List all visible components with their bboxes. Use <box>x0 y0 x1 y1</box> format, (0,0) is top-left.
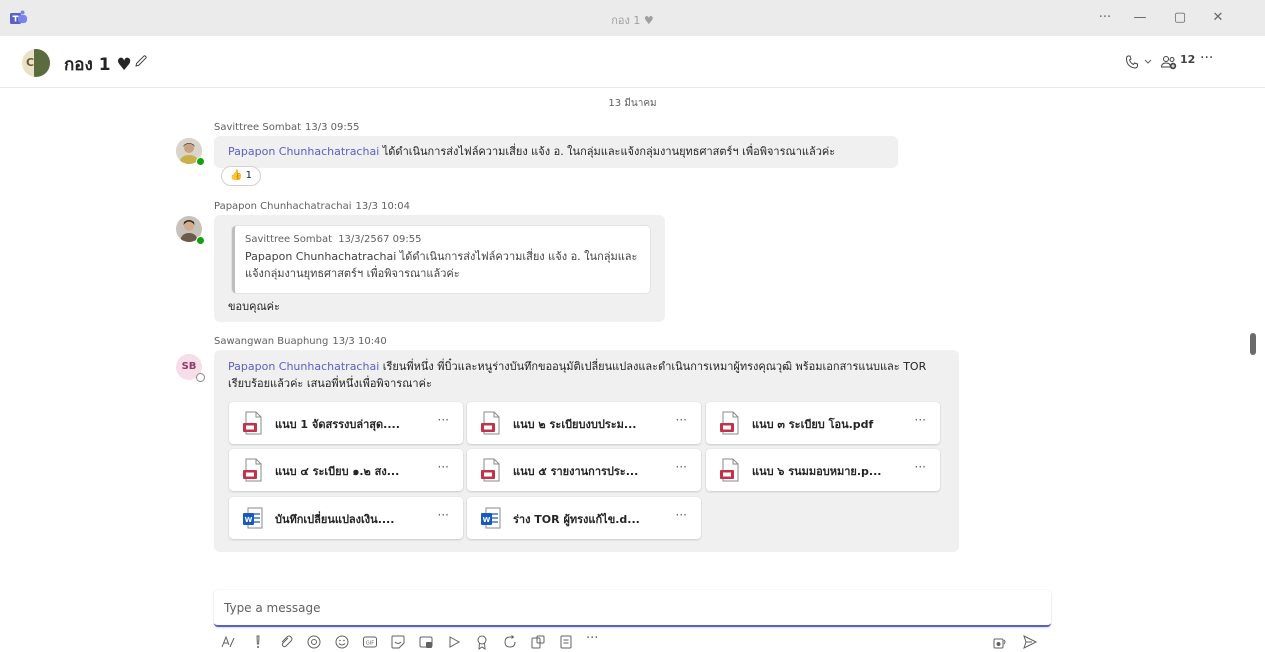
timestamp: 13/3 09:55 <box>305 122 360 133</box>
message-text: Papapon Chunhachatrachai เรียนพี่หนึ่ง พ… <box>228 360 927 390</box>
praise-icon[interactable] <box>474 634 490 650</box>
status-offline-icon <box>196 373 205 382</box>
file-attachment[interactable]: แนบ ๒ ระเบียบงบประม... ··· <box>467 402 701 444</box>
svg-text:W: W <box>483 516 491 524</box>
loop-icon[interactable] <box>306 634 322 650</box>
stream-icon[interactable] <box>446 634 462 650</box>
priority-icon[interactable] <box>250 634 266 650</box>
message-meta: Savittree Sombat 13/3 09:55 <box>214 122 359 133</box>
restore-button[interactable]: ▢ <box>1165 8 1195 28</box>
minimize-button[interactable]: — <box>1125 8 1155 28</box>
timestamp: 13/3 10:40 <box>332 336 387 347</box>
file-name: แนบ ๖ รนมมอบหมาย.p... <box>752 465 882 478</box>
file-attachment[interactable]: แนบ ๖ รนมมอบหมาย.p... ··· <box>706 449 940 491</box>
people-icon[interactable] <box>1160 52 1178 72</box>
sender-name: Savittree Sombat <box>214 122 301 133</box>
emoji-icon[interactable] <box>334 634 350 650</box>
pdf-file-icon <box>243 411 262 435</box>
message-meta: Sawangwan Buaphung 13/3 10:40 <box>214 336 387 347</box>
file-name: ร่าง TOR ผู้ทรงแก้ไข.d... <box>513 513 640 526</box>
file-attachment[interactable]: แนบ 1 จัดสรรงบล่าสุด.... ··· <box>229 402 463 444</box>
window-title: กอง 1 ♥ <box>611 14 654 27</box>
send-icon[interactable] <box>1022 634 1038 650</box>
pdf-file-icon <box>243 458 262 482</box>
file-attachment[interactable]: แนบ ๓ ระเบียบ โอน.pdf ··· <box>706 402 940 444</box>
meet-now-icon[interactable] <box>418 634 434 650</box>
status-available-icon <box>196 236 205 245</box>
file-more-button[interactable]: ··· <box>438 413 449 427</box>
chat-title: กอง 1 ♥ <box>64 55 132 75</box>
word-file-icon: W <box>243 507 263 529</box>
reaction-badge[interactable]: 👍 1 <box>221 166 261 186</box>
pencil-icon[interactable] <box>133 53 149 69</box>
quote-meta: Savittree Sombat 13/3/2567 09:55 <box>245 234 421 245</box>
quote-text: Papapon Chunhachatrachai ได้ดำเนินการส่ง… <box>245 250 638 280</box>
thumbs-up-icon: 👍 <box>230 170 243 181</box>
message-input[interactable] <box>224 598 1024 618</box>
file-more-button[interactable]: ··· <box>676 413 687 427</box>
file-attachment[interactable]: W ร่าง TOR ผู้ทรงแก้ไข.d... ··· <box>467 497 701 539</box>
pdf-file-icon <box>481 411 500 435</box>
pdf-file-icon <box>720 411 739 435</box>
group-avatar[interactable]: C <box>22 49 50 77</box>
gif-icon[interactable]: GIF <box>362 634 378 650</box>
date-separator: 13 มีนาคม <box>608 98 657 109</box>
dictate-icon[interactable] <box>992 634 1008 650</box>
file-name: บันทึกเปลี่ยนแปลงเงิน.... <box>275 513 395 526</box>
sender-name: Sawangwan Buaphung <box>214 336 329 347</box>
scrollbar-thumb[interactable] <box>1250 333 1256 355</box>
file-attachment[interactable]: แนบ ๕ รายงานการประ... ··· <box>467 449 701 491</box>
file-more-button[interactable]: ··· <box>915 413 926 427</box>
call-icon[interactable] <box>1124 52 1140 72</box>
pdf-file-icon <box>720 458 739 482</box>
svg-text:GIF: GIF <box>366 641 374 647</box>
file-name: แนบ ๕ รายงานการประ... <box>513 465 639 478</box>
format-icon[interactable] <box>220 634 236 650</box>
file-more-button[interactable]: ··· <box>676 460 687 474</box>
forms-icon[interactable] <box>558 634 574 650</box>
file-name: แนบ ๔ ระเบียบ ๑.๒ สง... <box>275 465 400 478</box>
participants-count[interactable]: 12 <box>1180 53 1195 73</box>
file-more-button[interactable]: ··· <box>915 460 926 474</box>
message-text: Papapon Chunhachatrachai ได้ดำเนินการส่ง… <box>228 145 836 158</box>
file-name: แนบ ๓ ระเบียบ โอน.pdf <box>752 418 874 431</box>
close-button[interactable]: ✕ <box>1203 8 1233 28</box>
refresh-icon[interactable] <box>502 634 518 650</box>
avatar-initials: SB <box>181 361 197 372</box>
title-bar: กอง 1 ♥ ··· — ▢ ✕ <box>0 0 1265 36</box>
file-name: แนบ 1 จัดสรรงบล่าสุด.... <box>275 418 400 431</box>
message-bubble: Papapon Chunhachatrachai ได้ดำเนินการส่ง… <box>214 136 898 168</box>
compose-box[interactable] <box>214 590 1051 627</box>
file-more-button[interactable]: ··· <box>438 508 449 522</box>
pdf-file-icon <box>481 458 500 482</box>
status-available-icon <box>196 157 205 166</box>
timestamp: 13/3 10:04 <box>355 201 410 212</box>
mention[interactable]: Papapon Chunhachatrachai <box>228 145 379 158</box>
file-more-button[interactable]: ··· <box>438 460 449 474</box>
file-name: แนบ ๒ ระเบียบงบประม... <box>513 418 637 431</box>
apps-icon[interactable] <box>530 634 546 650</box>
window-more-button[interactable]: ··· <box>1090 8 1120 28</box>
mention[interactable]: Papapon Chunhachatrachai <box>228 360 379 373</box>
message-meta: Papapon Chunhachatrachai 13/3 10:04 <box>214 201 410 212</box>
sticker-icon[interactable] <box>390 634 406 650</box>
chat-header: C กอง 1 ♥ 12 ··· <box>0 36 1265 88</box>
word-file-icon: W <box>481 507 501 529</box>
file-attachment[interactable]: แนบ ๔ ระเบียบ ๑.๒ สง... ··· <box>229 449 463 491</box>
chevron-down-icon[interactable] <box>1143 52 1153 72</box>
svg-text:W: W <box>245 516 253 524</box>
file-more-button[interactable]: ··· <box>676 508 687 522</box>
quoted-message[interactable]: Savittree Sombat 13/3/2567 09:55 Papapon… <box>232 226 650 293</box>
quote-timestamp: 13/3/2567 09:55 <box>338 234 422 245</box>
sender-name: Papapon Chunhachatrachai <box>214 201 352 212</box>
toolbar-more-button[interactable]: ··· <box>586 631 602 647</box>
group-avatar-letter: C <box>26 56 35 69</box>
quote-sender: Savittree Sombat <box>245 234 332 245</box>
header-more-button[interactable]: ··· <box>1200 50 1213 70</box>
reaction-count: 1 <box>245 170 253 181</box>
file-attachment[interactable]: W บันทึกเปลี่ยนแปลงเงิน.... ··· <box>229 497 463 539</box>
message-text: ขอบคุณค่ะ <box>228 300 280 313</box>
attach-icon[interactable] <box>278 634 294 650</box>
